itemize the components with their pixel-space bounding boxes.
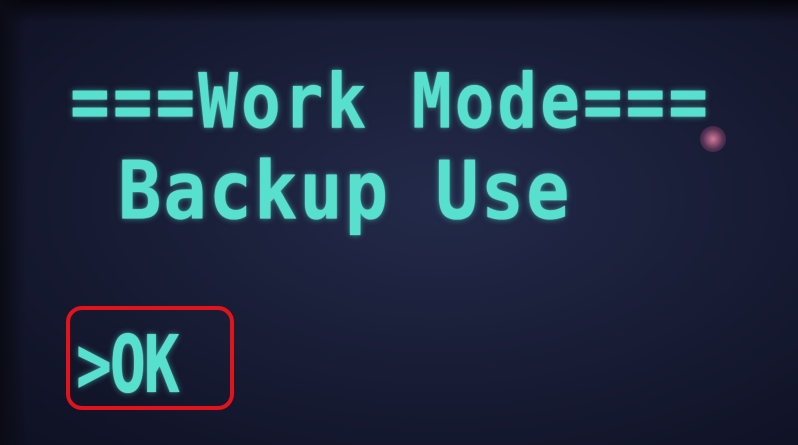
work-mode-value: Backup Use: [118, 143, 572, 238]
ok-option-label[interactable]: >OK: [76, 325, 180, 405]
menu-title: ===Work Mode===: [70, 57, 712, 146]
lcd-screen: ===Work Mode=== Backup Use >OK: [0, 0, 798, 445]
ok-option-highlight[interactable]: >OK: [66, 306, 234, 410]
